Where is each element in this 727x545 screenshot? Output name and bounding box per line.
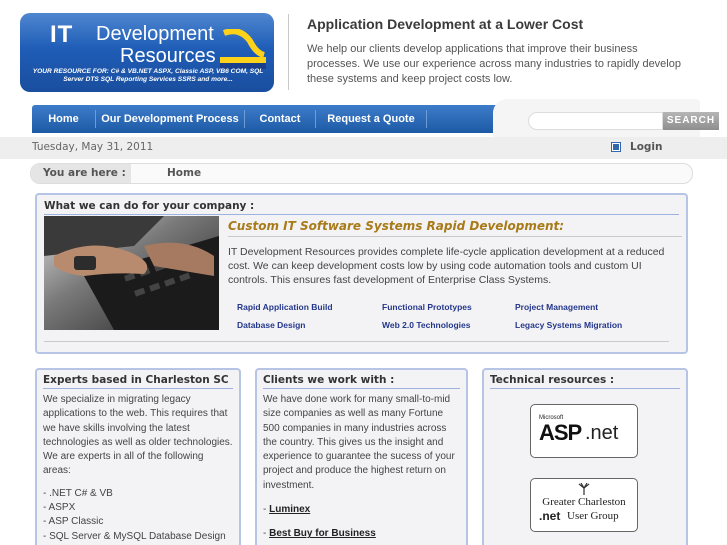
nav-bar: Home Our Development Process Contact Req… [23, 99, 719, 137]
logo-wave-icon [220, 29, 266, 69]
login-icon [611, 142, 621, 152]
service-web20[interactable]: Web 2.0 Technologies [382, 320, 470, 330]
heading-divider [228, 236, 682, 237]
ugroup-user-group: User Group [567, 510, 619, 522]
clients-title: Clients we work with : [263, 372, 460, 389]
services-heading: Custom IT Software Systems Rapid Develop… [228, 219, 565, 233]
services-description: IT Development Resources provides comple… [228, 246, 665, 286]
client-item: - Best Buy for Business [263, 527, 460, 541]
logo-tagline: YOUR RESOURCE FOR: C# & VB.NET ASPX, Cla… [32, 68, 264, 83]
experts-panel: Experts based in Charleston SC We specia… [35, 368, 241, 545]
search-input[interactable] [528, 112, 663, 130]
login-link[interactable]: Login [611, 141, 663, 153]
keyboard-photo [44, 216, 219, 330]
nav-menu: Home Our Development Process Contact Req… [32, 105, 522, 133]
resources-panel: Technical resources : Microsoft ASP .net… [482, 368, 688, 545]
client-link-bestbuy[interactable]: Best Buy for Business [269, 528, 376, 539]
nav-contact[interactable]: Contact [245, 105, 315, 133]
service-database-design[interactable]: Database Design [237, 320, 306, 330]
nav-request-quote[interactable]: Request a Quote [316, 105, 426, 133]
charleston-user-group-badge[interactable]: Greater Charleston .net User Group [530, 478, 638, 532]
site-logo[interactable]: IT Development Resources YOUR RESOURCE F… [20, 13, 274, 92]
aspnet-badge[interactable]: Microsoft ASP .net [530, 404, 638, 458]
experts-text: We specialize in migrating legacy applic… [43, 394, 233, 477]
keyboard-typing-image [44, 216, 219, 330]
experts-title: Experts based in Charleston SC [43, 372, 233, 389]
panel-divider [44, 341, 669, 342]
list-item: - ASPX [43, 502, 76, 514]
list-item: - SQL Server & MySQL Database Design [43, 530, 226, 542]
nav-separator [426, 110, 427, 128]
logo-it-text: IT [50, 21, 74, 48]
clients-panel: Clients we work with : We have done work… [255, 368, 468, 545]
client-item: - Luminex [263, 503, 460, 517]
ugroup-line1: Greater Charleston [542, 496, 626, 508]
palmetto-icon [578, 483, 590, 495]
search-button[interactable]: SEARCH [663, 112, 719, 130]
services-panel-title: What we can do for your company : [44, 198, 679, 215]
clients-text: We have done work for many small-to-mid … [263, 394, 455, 491]
header-divider [288, 14, 289, 90]
nav-home[interactable]: Home [32, 105, 95, 133]
search-area: SEARCH [493, 99, 719, 137]
logo-line1: Development [96, 23, 214, 45]
service-legacy-migration[interactable]: Legacy Systems Migration [515, 320, 622, 330]
current-date: Tuesday, May 31, 2011 [32, 141, 154, 153]
logo-line2: Resources [120, 45, 216, 67]
service-prototypes[interactable]: Functional Prototypes [382, 302, 472, 312]
service-project-management[interactable]: Project Management [515, 302, 598, 312]
service-rapid-build[interactable]: Rapid Application Build [237, 302, 333, 312]
breadcrumb: You are here : Home [30, 163, 693, 184]
aspnet-asp: ASP [539, 420, 582, 445]
login-label: Login [630, 141, 663, 153]
list-item: - ASP Classic [43, 516, 104, 528]
resources-title: Technical resources : [490, 372, 680, 389]
intro-text: We help our clients develop applications… [307, 43, 681, 85]
nav-development-process[interactable]: Our Development Process [96, 105, 244, 133]
ugroup-net: .net [539, 509, 561, 523]
services-panel: What we can do for your company : Custom… [35, 193, 688, 354]
breadcrumb-home[interactable]: Home [167, 164, 201, 183]
aspnet-net: .net [585, 422, 619, 444]
page-headline: Application Development at a Lower Cost [307, 16, 584, 32]
list-item: - .NET C# & VB [43, 487, 113, 499]
client-link-luminex[interactable]: Luminex [269, 504, 310, 515]
breadcrumb-prefix: You are here : [31, 164, 131, 183]
experts-list: - .NET C# & VB - ASPX - ASP Classic - SQ… [43, 487, 233, 544]
